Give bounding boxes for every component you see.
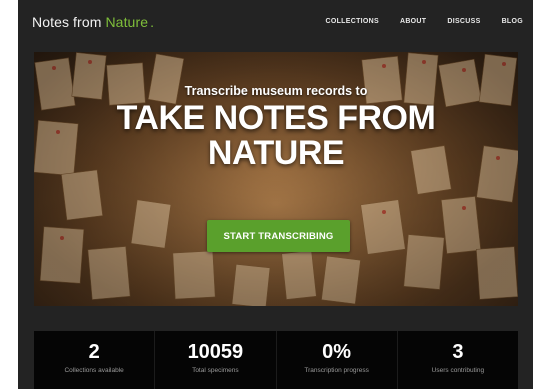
logo-dot: . [150,14,155,30]
stat-label: Users contributing [431,367,485,374]
stat-label: Transcription progress [304,367,369,374]
nav-about[interactable]: ABOUT [400,18,426,25]
nav-collections[interactable]: COLLECTIONS [326,18,379,25]
hero-banner: Transcribe museum records to TAKE NOTES … [34,52,518,306]
stat-value: 3 [452,341,464,363]
hero-title-line-2: NATURE [207,134,345,172]
stat-collections: 2 Collections available [34,331,156,389]
stat-label: Collections available [64,367,124,374]
nav-blog[interactable]: BLOG [502,18,523,25]
stat-value: 2 [88,341,100,363]
stat-users: 3 Users contributing [398,331,518,389]
hero-title-line-1: TAKE NOTES FROM [116,99,436,137]
stat-progress: 0% Transcription progress [277,331,398,389]
stat-value: 0% [322,341,352,363]
start-transcribing-button[interactable]: START TRANSCRIBING [207,220,350,252]
stat-specimens: 10059 Total specimens [155,331,277,389]
stat-value: 10059 [187,341,244,363]
main-nav: COLLECTIONS ABOUT DISCUSS BLOG [305,18,524,25]
nav-discuss[interactable]: DISCUSS [447,18,480,25]
hero-subtitle: Transcribe museum records to [184,84,368,98]
stats-bar: 2 Collections available 10059 Total spec… [34,331,518,389]
page-frame: Notes from Nature. COLLECTIONS ABOUT DIS… [18,0,533,389]
logo-accent: Nature [105,14,149,30]
site-logo[interactable]: Notes from Nature. [32,14,154,30]
header: Notes from Nature. COLLECTIONS ABOUT DIS… [18,0,533,44]
stat-label: Total specimens [192,367,239,374]
logo-text: Notes from [32,14,102,30]
hero-title: TAKE NOTES FROM NATURE [34,101,518,171]
